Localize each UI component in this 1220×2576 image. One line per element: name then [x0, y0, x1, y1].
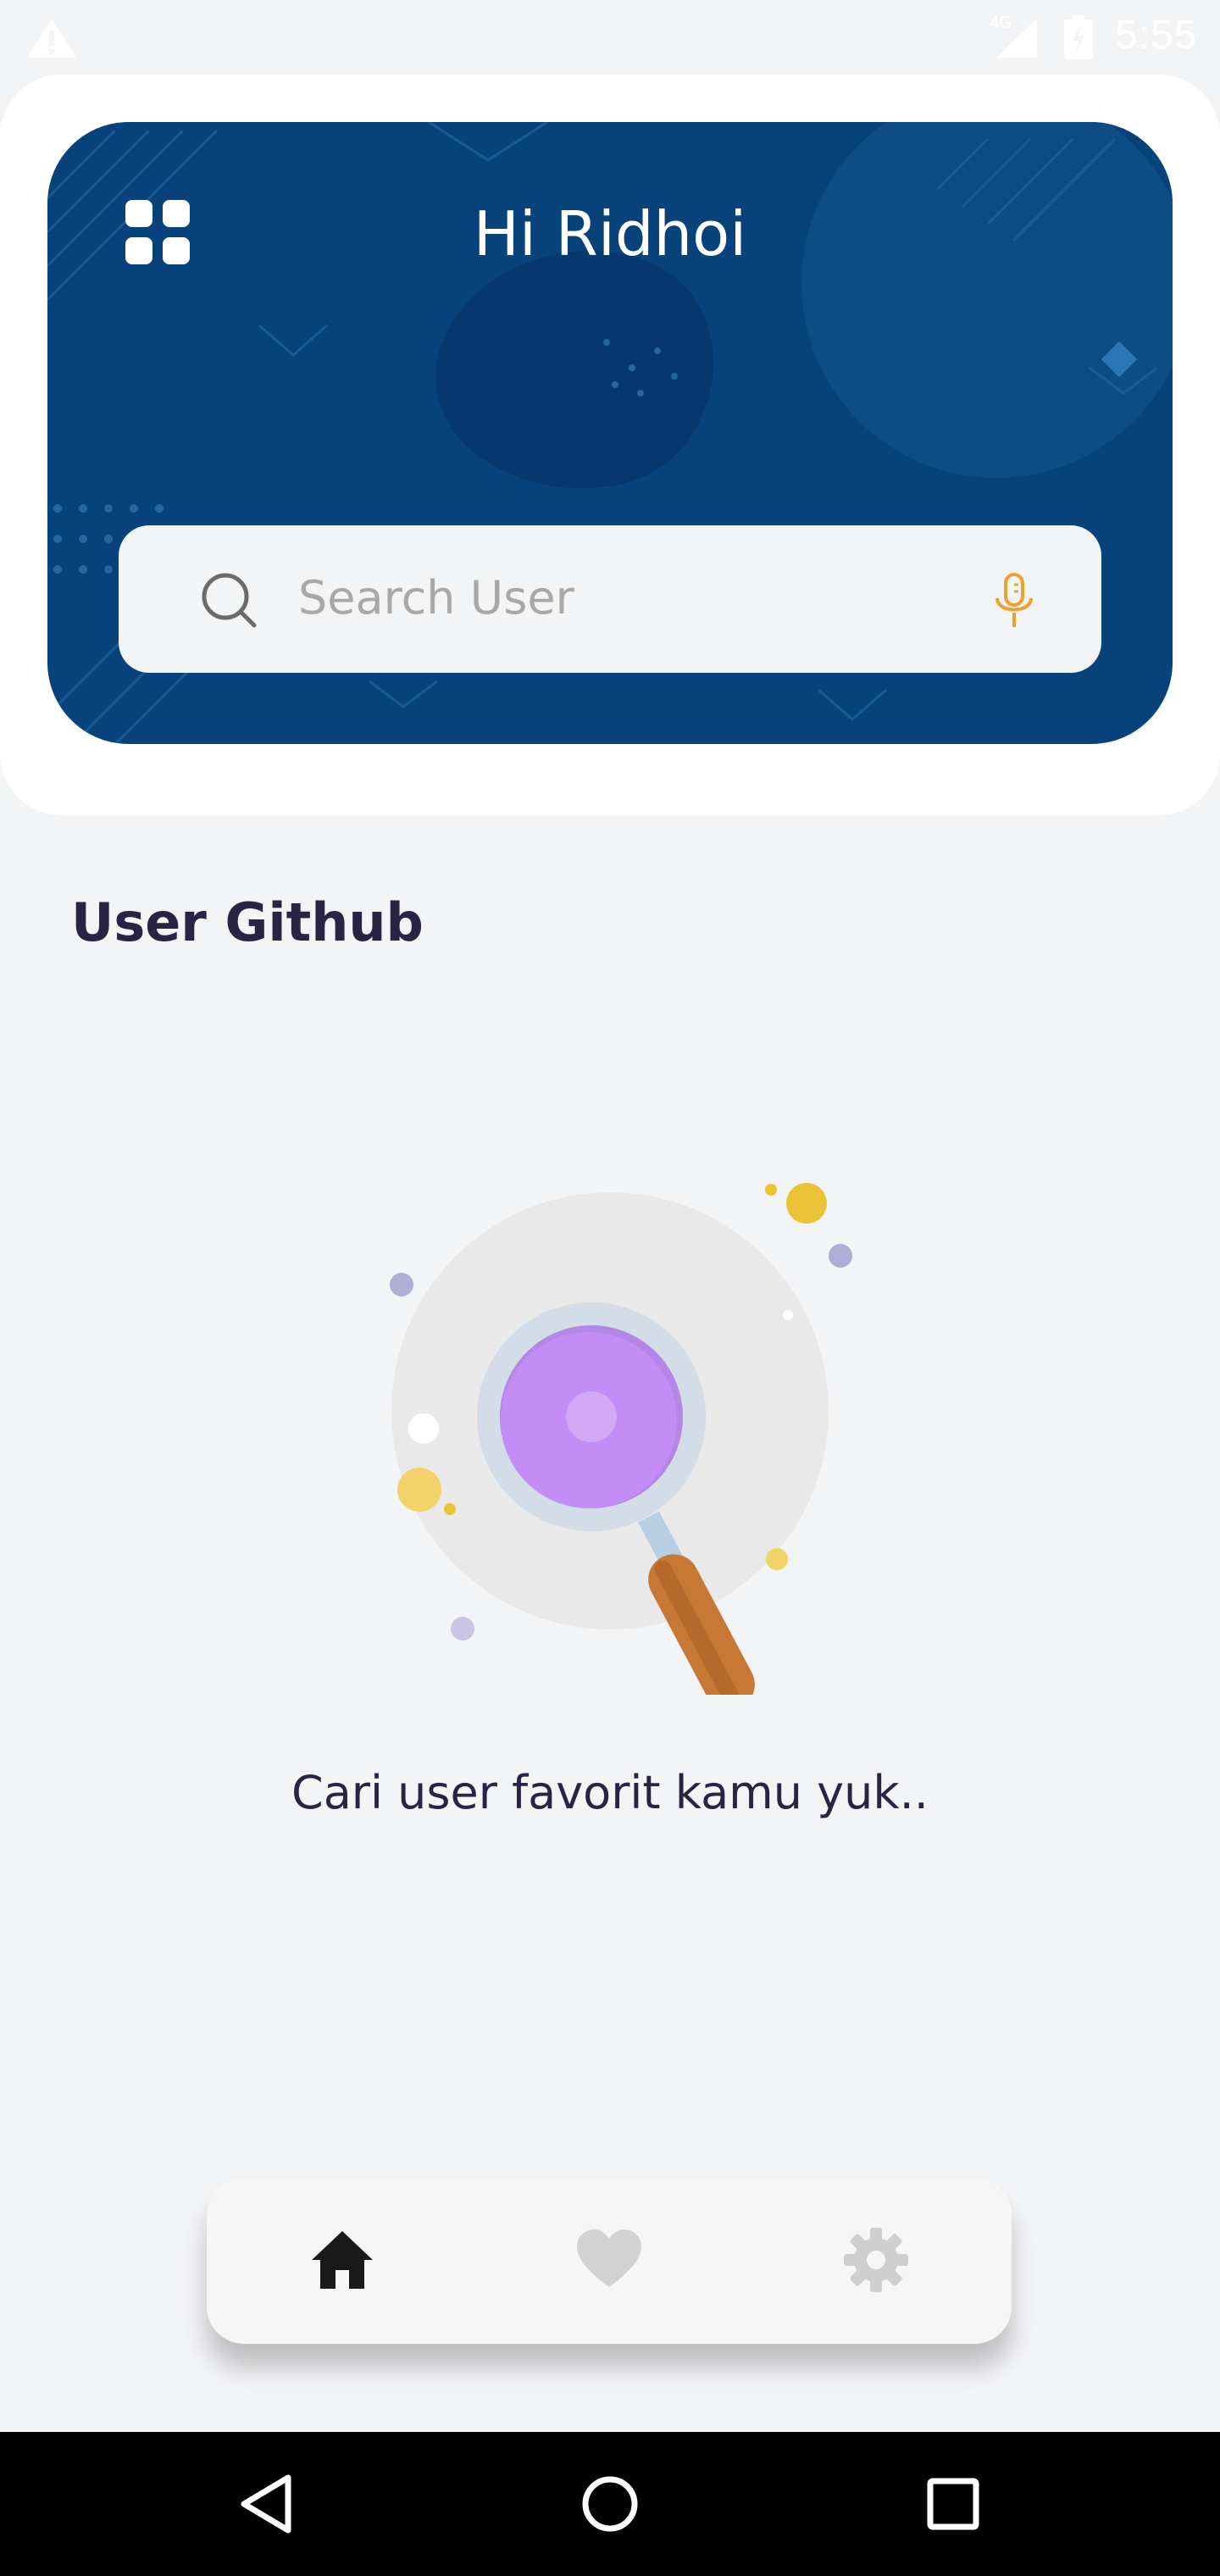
search-input[interactable] — [298, 559, 942, 636]
heart-icon — [577, 2229, 641, 2287]
recents-icon[interactable] — [915, 2466, 991, 2542]
search-icon — [202, 573, 257, 628]
bottom-navigation — [207, 2178, 1012, 2344]
status-bar: 4G 5:55 — [0, 0, 1220, 75]
section-title: User Github — [71, 891, 424, 953]
screen: 4G 5:55 Hi Ridhoi Search User User Githu… — [0, 0, 1220, 2576]
menu-button[interactable] — [125, 200, 190, 264]
home-icon — [312, 2231, 373, 2289]
battery-icon — [1064, 15, 1093, 59]
home-circle-icon[interactable] — [572, 2466, 648, 2542]
network-type-label: 4G — [990, 14, 1012, 32]
back-icon[interactable] — [229, 2466, 305, 2542]
warning-icon — [27, 19, 76, 58]
nav-favorites[interactable] — [567, 2222, 652, 2298]
magnifier-illustration — [390, 1183, 852, 1695]
empty-state-text: Cari user favorit kamu yuk.. — [291, 1766, 929, 1819]
nav-home[interactable] — [300, 2222, 385, 2298]
nav-settings[interactable] — [834, 2222, 918, 2298]
greeting-title: Hi Ridhoi — [473, 198, 747, 269]
system-navigation-bar — [0, 2432, 1220, 2576]
clock: 5:55 — [1115, 13, 1198, 58]
search-bar[interactable] — [119, 525, 1101, 673]
settings-icon — [844, 2228, 908, 2292]
grid-menu-icon — [125, 200, 152, 227]
microphone-icon[interactable] — [993, 573, 1035, 630]
